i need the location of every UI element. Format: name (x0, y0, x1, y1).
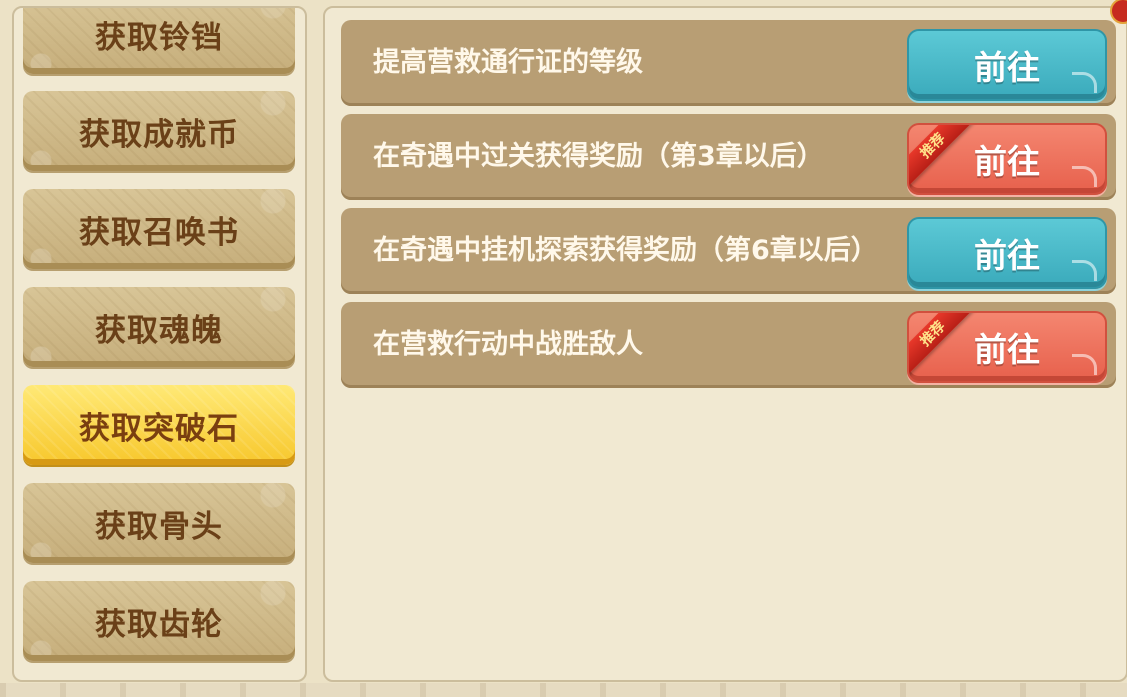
task-description: 在营救行动中战胜敌人 (373, 329, 643, 361)
curl-decor-icon (1072, 260, 1097, 281)
recommended-ribbon-label: 推荐 (909, 313, 977, 378)
go-button[interactable]: 前往 (907, 217, 1107, 289)
sidebar-item-label: 获取齿轮 (95, 606, 223, 643)
task-description: 在奇遇中挂机探索获得奖励（第6章以后） (373, 235, 878, 267)
recommended-ribbon-label: 推荐 (909, 125, 977, 190)
go-button-label: 前往 (974, 142, 1040, 181)
sidebar-item-label: 获取突破石 (79, 410, 239, 447)
recommended-ribbon: 推荐 (909, 313, 981, 381)
sidebar-item-summon-books[interactable]: 获取召唤书 (23, 189, 295, 269)
sidebar-item-label: 获取成就币 (79, 116, 239, 153)
task-row: 在奇遇中过关获得奖励（第3章以后） 推荐 前往 (341, 114, 1116, 200)
sidebar-item-label: 获取铃铛 (95, 19, 223, 56)
curl-decor-icon (1072, 354, 1097, 375)
go-button-recommended[interactable]: 推荐 前往 (907, 311, 1107, 383)
sidebar-item-bones[interactable]: 获取骨头 (23, 483, 295, 563)
sidebar-item-achievement-coins[interactable]: 获取成就币 (23, 91, 295, 171)
task-list-panel: 提高营救通行证的等级 前往 在奇遇中过关获得奖励（第3章以后） 推荐 前往 在奇… (323, 0, 1127, 682)
bottom-decor-strip (0, 683, 1127, 697)
task-description: 在奇遇中过关获得奖励（第3章以后） (373, 141, 824, 173)
go-button-recommended[interactable]: 推荐 前往 (907, 123, 1107, 195)
go-button-label: 前往 (974, 236, 1040, 275)
curl-decor-icon (1072, 72, 1097, 93)
task-description: 提高营救通行证的等级 (373, 47, 643, 79)
sidebar-item-label: 获取召唤书 (79, 214, 239, 251)
corner-badge-icon (1110, 0, 1127, 24)
go-button-label: 前往 (974, 330, 1040, 369)
sidebar-item-gears[interactable]: 获取齿轮 (23, 581, 295, 661)
sidebar-item-label: 获取骨头 (95, 508, 223, 545)
sidebar-item-breakthrough-stones[interactable]: 获取突破石 (23, 385, 295, 465)
sidebar-item-label: 获取魂魄 (95, 312, 223, 349)
sidebar-item-bells[interactable]: 获取铃铛 (23, 8, 295, 74)
go-button-label: 前往 (974, 48, 1040, 87)
sidebar-item-souls[interactable]: 获取魂魄 (23, 287, 295, 367)
recommended-ribbon: 推荐 (909, 125, 981, 193)
task-row: 提高营救通行证的等级 前往 (341, 20, 1116, 106)
task-row: 在奇遇中挂机探索获得奖励（第6章以后） 前往 (341, 208, 1116, 294)
source-category-sidebar: 获取铃铛 获取成就币 获取召唤书 获取魂魄 获取突破石 获取骨头 获取齿轮 (12, 6, 307, 682)
task-row: 在营救行动中战胜敌人 推荐 前往 (341, 302, 1116, 388)
curl-decor-icon (1072, 166, 1097, 187)
go-button[interactable]: 前往 (907, 29, 1107, 101)
